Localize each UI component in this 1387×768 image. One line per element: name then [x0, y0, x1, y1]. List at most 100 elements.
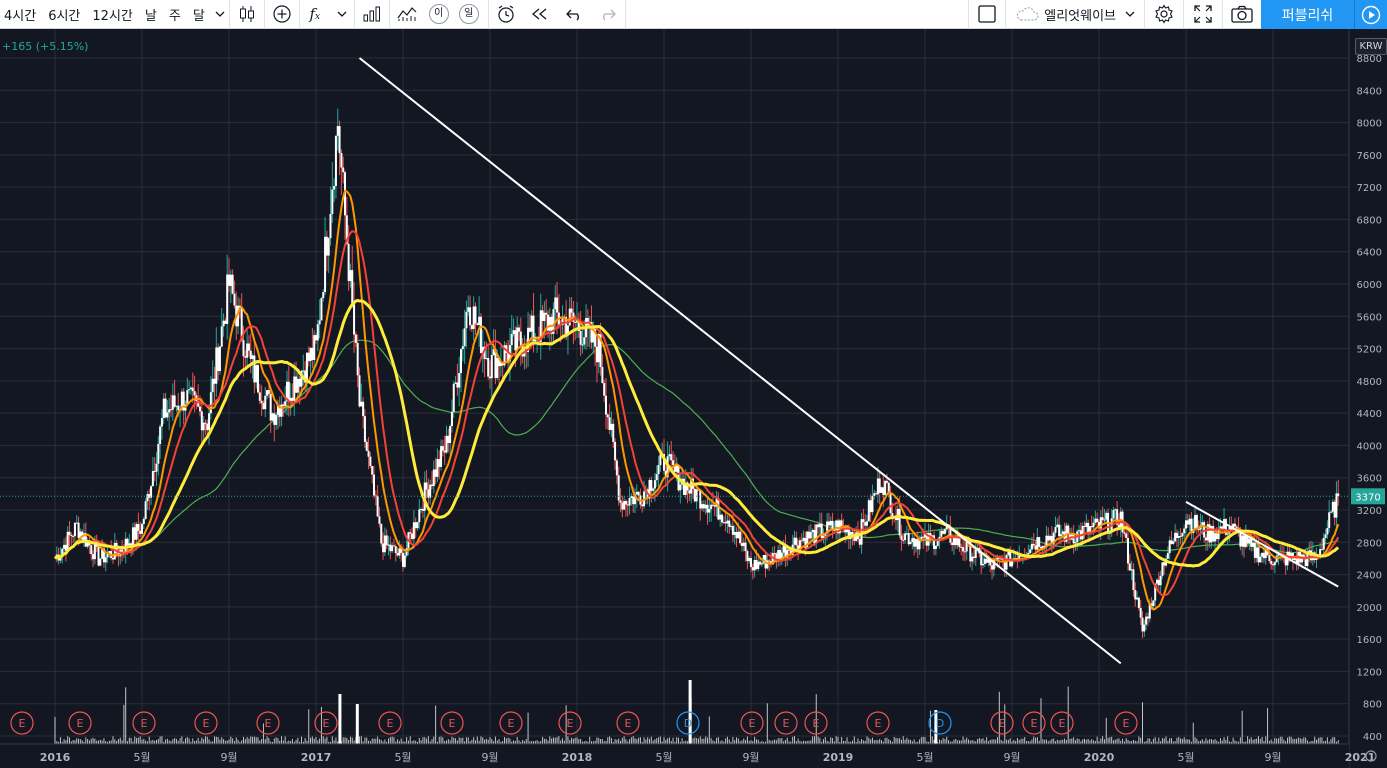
fullscreen-button[interactable]	[1184, 0, 1222, 29]
candle-body	[1255, 547, 1258, 558]
interval-6h[interactable]: 6시간	[42, 0, 86, 29]
candle-body	[421, 509, 424, 511]
candle-body	[282, 404, 285, 407]
candle-body	[1036, 537, 1039, 550]
candle-body	[699, 490, 702, 509]
candle-body	[1083, 526, 1086, 528]
event-marker-label: E	[387, 717, 394, 730]
compare-symbol-button[interactable]	[265, 0, 299, 29]
candle-body	[418, 509, 421, 523]
candle-body	[1181, 533, 1184, 537]
interval-12h[interactable]: 12시간	[86, 0, 138, 29]
redo-button[interactable]	[591, 0, 625, 29]
price-change-label: +165 (+5.15%)	[2, 40, 89, 53]
alert-button[interactable]	[489, 0, 523, 29]
price-axis[interactable]	[1349, 29, 1387, 768]
time-tick-label: 2019	[823, 751, 854, 764]
price-tick-label: 6000	[1357, 280, 1382, 291]
candle-body	[267, 390, 270, 394]
candle-body	[1072, 534, 1075, 544]
candle-body	[489, 376, 491, 379]
candle-body	[139, 530, 142, 534]
candle-body	[581, 344, 584, 346]
publish-button[interactable]: 퍼블리쉬	[1261, 0, 1354, 29]
candle-body	[688, 490, 691, 494]
line-chart-icon	[397, 7, 417, 21]
candle-body	[510, 333, 513, 346]
candle-body	[369, 456, 372, 467]
candle-body	[757, 561, 760, 569]
candle-body	[316, 324, 319, 341]
time-axis[interactable]	[0, 744, 1349, 768]
candle-body	[1161, 562, 1164, 576]
candle-body	[1049, 536, 1052, 541]
interval-week[interactable]: 주	[163, 0, 187, 29]
price-tick-label: 2400	[1357, 571, 1382, 582]
fullscreen-toggle-button[interactable]	[969, 0, 1005, 29]
price-tick-label: 3200	[1357, 506, 1382, 517]
candle-body	[811, 529, 814, 533]
candle-body	[478, 316, 481, 325]
undo-button[interactable]	[557, 0, 591, 29]
candle-body	[759, 561, 762, 565]
candle-body	[487, 358, 490, 377]
candle-body	[373, 474, 375, 496]
candle-body	[476, 323, 479, 325]
price-chart[interactable]: E E E E E E E E E E E D E E E E D E E E E 8800 8400 8000 7600 72…	[0, 29, 1387, 768]
candle-body	[92, 554, 95, 560]
candle-body	[574, 321, 577, 323]
candle-body	[160, 417, 163, 427]
candle-body	[325, 236, 328, 256]
indicators-button[interactable]: fx	[300, 0, 330, 29]
play-button[interactable]	[1354, 0, 1387, 29]
event-marker-label: E	[1031, 717, 1038, 730]
candle-body	[202, 422, 205, 431]
candle-body	[880, 487, 883, 493]
currency-button[interactable]: KRW	[1355, 38, 1387, 55]
time-tick-label: 9월	[742, 751, 759, 764]
candle-body	[902, 539, 905, 541]
candle-body	[378, 516, 381, 524]
layout-selector[interactable]: 엘리엇웨이브	[1006, 0, 1144, 29]
time-tick-label: 2016	[40, 751, 71, 764]
interval-dropdown[interactable]	[211, 0, 229, 29]
candle-body	[438, 459, 441, 467]
candle-body	[376, 496, 379, 517]
candle-body	[878, 478, 881, 493]
candle-body	[1136, 597, 1139, 600]
candle-body	[188, 389, 191, 391]
candle-body	[556, 297, 559, 313]
interval-day[interactable]: 날	[139, 0, 163, 29]
square-icon	[978, 5, 996, 23]
candle-body	[73, 522, 76, 537]
interval-month[interactable]: 달	[187, 0, 211, 29]
log-toggle[interactable]: 일	[454, 0, 484, 29]
candle-body	[1208, 524, 1211, 543]
candle-body	[1335, 493, 1338, 518]
strategy-button[interactable]	[390, 0, 424, 29]
candle-body	[851, 531, 854, 535]
compare-toggle[interactable]: 이	[424, 0, 454, 29]
candle-body	[450, 411, 453, 427]
candle-body	[336, 126, 339, 136]
candle-body	[898, 508, 901, 536]
financials-button[interactable]	[355, 0, 389, 29]
candle-body	[275, 414, 278, 425]
candle-body	[449, 426, 452, 444]
indicators-dropdown[interactable]	[330, 0, 354, 29]
candle-body	[829, 520, 832, 526]
candle-body	[222, 320, 225, 327]
interval-4h[interactable]: 4시간	[0, 0, 42, 29]
candle-body	[650, 480, 653, 491]
event-marker-label: E	[449, 717, 456, 730]
time-tick-label: 5월	[1177, 751, 1194, 764]
price-tick-label: 800	[1363, 700, 1382, 711]
candle-body	[768, 560, 771, 562]
play-circle-icon	[1361, 5, 1381, 24]
snapshot-button[interactable]	[1223, 0, 1261, 29]
candle-type-button[interactable]	[230, 0, 264, 29]
candle-body	[177, 405, 180, 411]
settings-button[interactable]	[1145, 0, 1183, 29]
candle-body	[1183, 528, 1186, 534]
replay-button[interactable]	[523, 0, 557, 29]
